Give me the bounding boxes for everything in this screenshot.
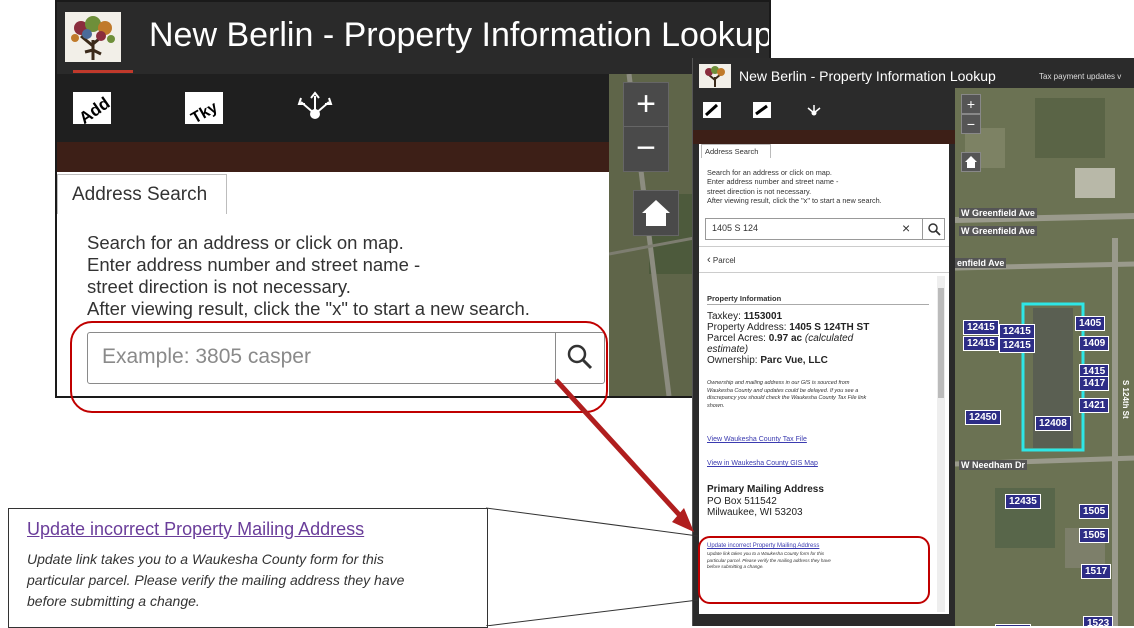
callout-connector-bottom	[485, 599, 699, 626]
annotation-overlay	[485, 378, 699, 626]
callout-connector-top	[485, 507, 699, 537]
red-arrow	[554, 378, 686, 522]
